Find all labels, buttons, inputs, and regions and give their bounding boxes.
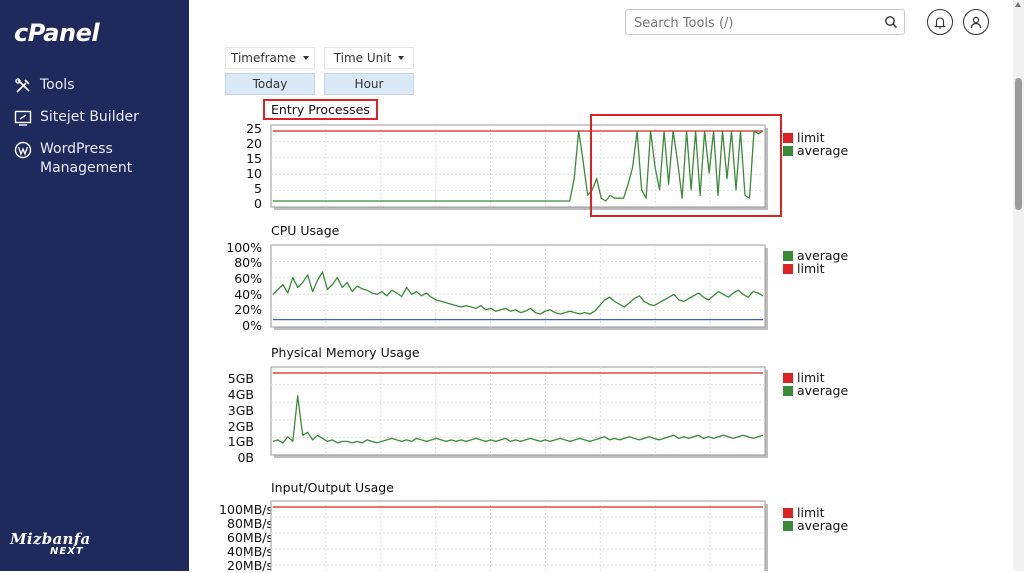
y-tick-label: 80% (234, 255, 262, 270)
caret-down-icon (398, 56, 405, 60)
search-icon[interactable] (884, 15, 898, 29)
chart-title-input-output-usage: Input/Output Usage (271, 480, 394, 495)
tools-icon (15, 78, 30, 93)
y-tick-label: 0% (242, 318, 262, 333)
mizbanfa-logo: Mizbanfa NEXT (10, 530, 91, 557)
chart-title-physical-memory-usage: Physical Memory Usage (271, 345, 420, 360)
y-tick-label: 0B (237, 450, 254, 465)
sidebar-item-sitejet[interactable]: Sitejet Builder (14, 108, 139, 127)
scroll-up-arrow-icon[interactable] (1015, 2, 1021, 7)
legend-swatch (783, 250, 793, 261)
sidebar-item-wordpress[interactable]: WordPress Management (14, 140, 174, 178)
sitejet-icon (14, 110, 32, 126)
legend-swatch (783, 507, 793, 518)
page-scrollbar[interactable] (1013, 0, 1024, 571)
y-tick-label: 20% (234, 302, 262, 317)
y-tick-label: 40% (234, 287, 262, 302)
legend-item-average: average (783, 383, 848, 398)
y-tick-label: 60MB/s (227, 530, 273, 545)
y-tick-label: 60% (234, 271, 262, 286)
y-tick-label: 20 (246, 136, 262, 151)
search-input[interactable] (632, 11, 876, 35)
legend: limit average (783, 505, 848, 533)
time-unit-hour-button[interactable]: Hour (324, 73, 414, 95)
input-output-chart (270, 500, 768, 571)
y-tick-label: 4GB (227, 387, 254, 402)
legend-item-average: average (783, 143, 848, 158)
y-tick-label: 5GB (227, 371, 254, 386)
y-tick-label: 1GB (227, 434, 254, 449)
legend: limit average (783, 370, 848, 398)
y-tick-label: 40MB/s (227, 544, 273, 559)
cpanel-logo[interactable]: cPanel (14, 19, 100, 47)
search-box[interactable] (625, 9, 905, 35)
user-menu-button[interactable] (963, 9, 989, 35)
chart-frame (270, 500, 766, 571)
y-tick-label: 2GB (227, 419, 254, 434)
legend-swatch (783, 385, 793, 396)
user-icon (970, 16, 982, 28)
legend-swatch (783, 132, 793, 143)
physical-memory-chart (270, 366, 768, 458)
notifications-button[interactable] (927, 9, 953, 35)
chart-frame (270, 244, 766, 328)
sidebar: cPanel Tools Sitejet Builder WordPress M… (0, 0, 189, 571)
chart-title-entry-processes: Entry Processes (263, 99, 378, 120)
y-tick-label: 3GB (227, 403, 254, 418)
legend-swatch (783, 372, 793, 383)
sidebar-item-tools[interactable]: Tools (14, 76, 75, 95)
y-tick-label: 10 (246, 166, 262, 181)
header (189, 0, 1013, 46)
scroll-thumb[interactable] (1015, 78, 1022, 210)
legend-swatch (783, 520, 793, 531)
highlight-box (590, 114, 782, 217)
caret-down-icon (302, 56, 309, 60)
bell-icon (934, 16, 946, 29)
chart-title-cpu-usage: CPU Usage (271, 223, 340, 238)
y-tick-label: 0 (254, 196, 262, 211)
cpu-usage-chart (270, 244, 768, 330)
legend: average limit (783, 248, 848, 276)
legend-swatch (783, 145, 793, 156)
sidebar-item-label: WordPress Management (40, 141, 133, 176)
y-tick-label: 100% (226, 240, 262, 255)
sidebar-item-label: Sitejet Builder (40, 109, 139, 125)
timeframe-dropdown[interactable]: Timeframe (225, 47, 315, 69)
y-tick-label: 5 (254, 181, 262, 196)
wordpress-icon (14, 141, 32, 159)
legend-item-average: average (783, 518, 848, 533)
sidebar-item-label: Tools (40, 77, 75, 93)
y-tick-label: 100MB/s (219, 502, 273, 517)
y-tick-label: 15 (246, 151, 262, 166)
time-unit-dropdown[interactable]: Time Unit (324, 47, 414, 69)
y-tick-label: 80MB/s (227, 516, 273, 531)
legend-item-limit: limit (783, 261, 848, 276)
legend: limit average (783, 130, 848, 158)
legend-swatch (783, 263, 793, 274)
timeframe-today-button[interactable]: Today (225, 73, 315, 95)
y-tick-label: 25 (246, 121, 262, 136)
